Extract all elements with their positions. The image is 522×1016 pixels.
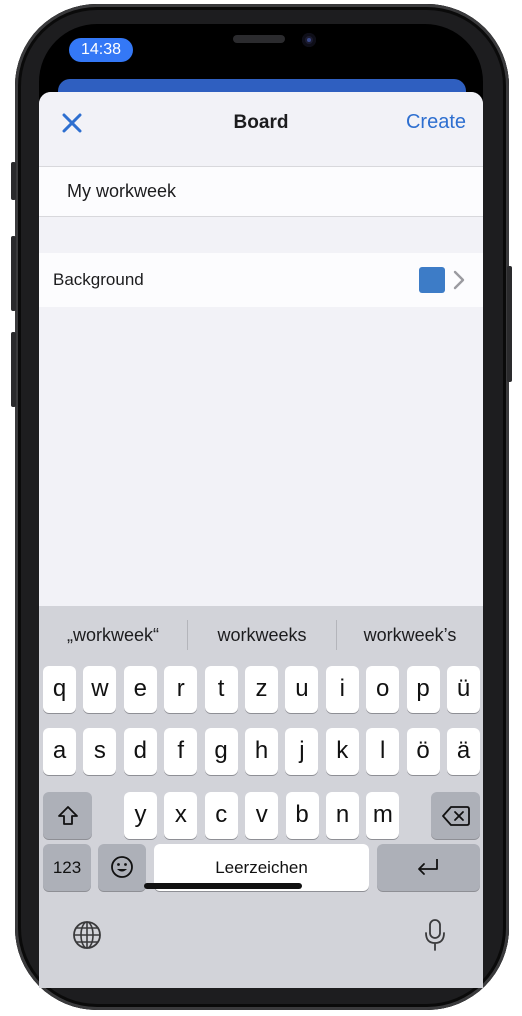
key[interactable]: ü — [447, 666, 480, 713]
sheet-navbar: Board Create — [39, 92, 483, 167]
suggestion-item[interactable]: „workweek“ — [39, 606, 187, 664]
key[interactable]: w — [83, 666, 117, 713]
key[interactable]: z — [245, 666, 278, 713]
emoji-key[interactable] — [98, 844, 146, 891]
key[interactable]: q — [43, 666, 76, 713]
front-camera — [302, 33, 316, 47]
key[interactable]: m — [366, 792, 400, 839]
delete-key[interactable] — [431, 792, 480, 839]
delete-icon — [442, 806, 470, 826]
keyboard: „workweek“ workweeks workweek’s qwertzui… — [39, 606, 483, 988]
mute-switch — [11, 162, 16, 200]
key[interactable]: y — [124, 792, 157, 839]
volume-up-button — [11, 236, 16, 311]
create-button[interactable]: Create — [406, 111, 466, 134]
key[interactable]: v — [245, 792, 279, 839]
key[interactable]: e — [123, 666, 157, 713]
board-name-value: My workweek — [67, 181, 177, 201]
power-button — [507, 266, 512, 382]
suggestion-item[interactable]: workweek’s — [337, 606, 483, 664]
key[interactable]: l — [366, 728, 400, 775]
key[interactable]: j — [285, 728, 319, 775]
return-icon — [418, 859, 438, 875]
key[interactable]: r — [164, 666, 198, 713]
key[interactable]: c — [204, 792, 238, 839]
key[interactable]: p — [406, 666, 440, 713]
key[interactable]: k — [325, 728, 359, 775]
suggestion-item[interactable]: workweeks — [188, 606, 336, 664]
home-indicator — [144, 883, 302, 889]
background-row[interactable]: Background — [39, 253, 483, 307]
background-color-swatch — [419, 267, 445, 293]
emoji-icon — [111, 856, 133, 878]
key[interactable]: ö — [406, 728, 440, 775]
globe-icon[interactable] — [72, 920, 102, 950]
key[interactable]: a — [43, 728, 76, 775]
key[interactable]: n — [326, 792, 359, 839]
shift-icon — [58, 806, 78, 825]
volume-down-button — [11, 332, 16, 407]
board-name-field[interactable]: My workweek — [39, 167, 483, 217]
shift-key[interactable] — [43, 792, 92, 839]
key[interactable]: i — [325, 666, 359, 713]
key[interactable]: g — [204, 728, 238, 775]
key[interactable]: ä — [447, 728, 480, 775]
key[interactable]: x — [164, 792, 198, 839]
key[interactable]: h — [245, 728, 278, 775]
microphone-icon[interactable] — [425, 918, 445, 952]
key[interactable]: u — [285, 666, 319, 713]
key[interactable]: s — [83, 728, 117, 775]
key[interactable]: t — [204, 666, 238, 713]
chevron-right-icon — [453, 270, 465, 290]
background-label: Background — [53, 270, 144, 289]
speaker-grille — [233, 35, 285, 43]
key[interactable]: f — [164, 728, 198, 775]
key[interactable]: d — [123, 728, 157, 775]
key[interactable]: o — [366, 666, 400, 713]
status-time: 14:38 — [69, 38, 133, 62]
numbers-key[interactable]: 123 — [43, 844, 91, 891]
return-key[interactable] — [377, 844, 480, 891]
create-board-sheet: Board Create My workweek Background „wor… — [39, 92, 483, 988]
key[interactable]: b — [285, 792, 319, 839]
